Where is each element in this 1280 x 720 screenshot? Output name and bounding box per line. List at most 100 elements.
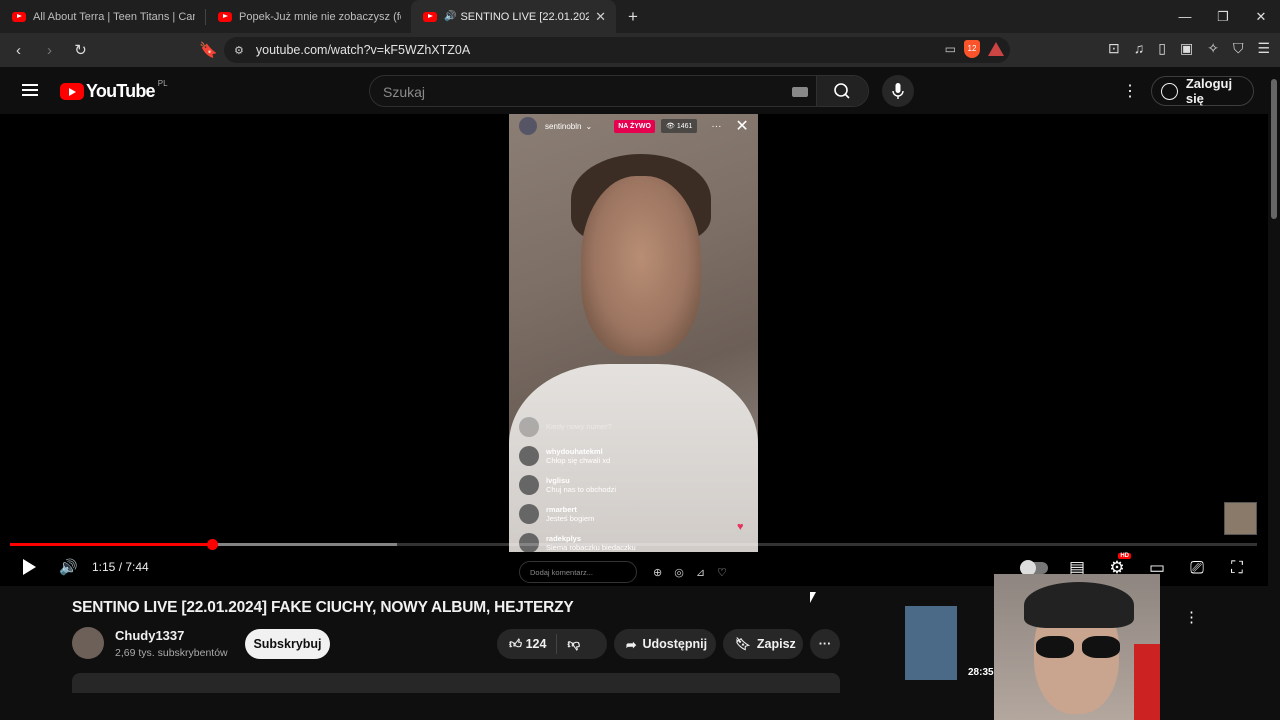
share-button[interactable]: ➦ Udostępnij — [614, 629, 716, 659]
youtube-play-icon — [60, 83, 84, 100]
tab-label: Popek-Już mnie nie zobaczysz (feat. S — [239, 10, 401, 23]
search-box[interactable]: Szukaj — [369, 75, 869, 107]
restore-icon[interactable]: ❐ — [1204, 0, 1242, 33]
close-tab-icon[interactable]: ✕ — [595, 9, 606, 25]
window-controls: — ❐ ✕ — [1166, 0, 1280, 33]
played-bar — [10, 543, 212, 546]
comment-user: lvglisu — [546, 475, 570, 485]
cast-page-icon[interactable]: ▭ — [945, 42, 956, 56]
reload-icon[interactable]: ↻ — [68, 41, 93, 59]
search-input[interactable]: Szukaj — [383, 84, 425, 100]
cast-icon[interactable]: ⎚ — [1186, 557, 1208, 579]
voice-search-button[interactable] — [882, 75, 914, 107]
menu-icon[interactable]: ☰ — [1257, 40, 1270, 57]
save-button[interactable]: 🔖︎ Zapisz — [723, 629, 803, 659]
volume-icon[interactable]: 🔊 — [59, 558, 78, 576]
youtube-header: YouTube PL Szukaj ⋮ Zaloguj się — [0, 67, 1268, 114]
description-box[interactable] — [72, 673, 840, 693]
keyboard-icon[interactable] — [792, 87, 808, 97]
story-username: sentinobln — [545, 121, 582, 131]
guide-menu-icon[interactable] — [22, 84, 38, 96]
microphone-icon — [892, 83, 904, 99]
progress-bar[interactable] — [10, 539, 1257, 550]
browser-tab-bar: All About Terra | Teen Titans | Cartoon … — [0, 0, 1280, 33]
tab-label: All About Terra | Teen Titans | Cartoon — [33, 10, 195, 23]
video-frame-face — [581, 176, 701, 356]
minimize-icon[interactable]: — — [1166, 0, 1204, 33]
webcam-overlay — [994, 574, 1160, 720]
tab-sentino-live[interactable]: 🔊 SENTINO LIVE [22.01.2024] FA ✕ — [411, 0, 616, 33]
browser-toolbar: ‹ › ↻ 🔖 ⚙ youtube.com/watch?v=kF5WZhXTZ0… — [0, 33, 1280, 67]
media-icon[interactable]: ♫ — [1134, 40, 1145, 57]
play-icon[interactable] — [23, 559, 36, 575]
comment-text: Chuj nas to obchodzi — [546, 484, 617, 494]
back-icon[interactable]: ‹ — [6, 42, 31, 59]
story-avatar — [519, 117, 537, 135]
sidebar-icon[interactable]: ▯ — [1158, 40, 1166, 57]
youtube-favicon-icon — [218, 11, 232, 22]
new-tab-button[interactable]: + — [628, 7, 638, 27]
like-dislike-group: 👍︎ 124 👎︎ — [497, 629, 607, 659]
fullscreen-icon[interactable]: ⛶ — [1226, 557, 1248, 579]
thumbs-up-icon: 👍︎ — [509, 636, 523, 651]
recommended-thumbnail[interactable] — [905, 606, 957, 680]
url-text: youtube.com/watch?v=kF5WZhXTZ0A — [255, 43, 471, 57]
scrollbar-thumb[interactable] — [1271, 79, 1277, 219]
youtube-favicon-icon — [423, 11, 437, 22]
channel-watermark[interactable] — [1224, 502, 1257, 535]
share-label: Udostępnij — [642, 637, 708, 651]
youtube-logo[interactable]: YouTube PL — [60, 79, 168, 102]
commenter-avatar — [519, 445, 539, 466]
tab-all-about-terra[interactable]: All About Terra | Teen Titans | Cartoon — [0, 0, 205, 33]
leo-ai-icon[interactable]: ✧ — [1207, 40, 1219, 57]
live-badge: NA ŻYWO — [614, 119, 655, 133]
scrubber-handle[interactable] — [206, 539, 218, 550]
commenter-avatar — [519, 503, 539, 524]
comment-text: Jesteś bogiem — [546, 513, 595, 523]
mouse-cursor — [810, 592, 816, 603]
channel-avatar[interactable] — [72, 627, 104, 659]
tab-popek[interactable]: Popek-Już mnie nie zobaczysz (feat. S — [206, 0, 411, 33]
close-window-icon[interactable]: ✕ — [1242, 0, 1280, 33]
close-icon: ✕ — [735, 118, 749, 135]
tab-label: SENTINO LIVE [22.01.2024] FA — [460, 10, 590, 23]
search-icon — [834, 83, 850, 99]
list-item: Kiedy nowy numer? — [519, 412, 739, 441]
address-bar[interactable]: ⚙ youtube.com/watch?v=kF5WZhXTZ0A ▭ 12 — [224, 37, 1010, 63]
page-scrollbar[interactable] — [1268, 67, 1280, 680]
instagram-live-frame: sentinobln ⌄ NA ŻYWO 👁 1461 ··· ✕ Kiedy … — [509, 114, 758, 552]
brave-rewards-icon[interactable] — [988, 42, 1004, 56]
sign-in-button[interactable]: Zaloguj się — [1151, 76, 1254, 106]
wallet-icon[interactable]: ▣ — [1180, 40, 1193, 57]
video-player[interactable]: sentinobln ⌄ NA ŻYWO 👁 1461 ··· ✕ Kiedy … — [0, 114, 1268, 586]
site-settings-icon[interactable]: ⚙ — [234, 44, 244, 57]
subscribe-button[interactable]: Subskrybuj — [245, 629, 330, 659]
forward-icon[interactable]: › — [37, 42, 62, 59]
autoplay-toggle[interactable] — [1020, 560, 1048, 576]
speaker-icon[interactable]: 🔊 — [444, 11, 456, 22]
settings-kebab-icon[interactable]: ⋮ — [1122, 81, 1138, 101]
recommended-video[interactable]: 28:35 — [861, 606, 994, 684]
comment-user: radekplys — [546, 533, 582, 543]
more-actions-button[interactable]: ··· — [810, 629, 840, 659]
bookmark-icon[interactable]: 🔖 — [196, 41, 221, 59]
webcam-chair — [1134, 644, 1160, 720]
vpn-icon[interactable]: ⛉ — [1233, 40, 1244, 57]
recommendation-kebab-icon[interactable]: ⋮ — [1184, 608, 1199, 626]
search-button[interactable] — [816, 76, 868, 106]
commenter-avatar — [519, 474, 539, 495]
like-button[interactable]: 👍︎ 124 — [509, 637, 546, 652]
comment-text: Kiedy nowy numer? — [546, 422, 612, 431]
comment-user: whydouhatekml — [546, 446, 603, 456]
list-item: rmarbert Jesteś bogiem — [519, 499, 739, 528]
dislike-button[interactable]: 👎︎ — [567, 637, 580, 652]
more-dots-icon: ··· — [818, 637, 832, 651]
list-item: radekplys Siema robaczku biedaczku — [519, 528, 739, 552]
brave-shields-icon[interactable]: 12 — [964, 40, 980, 58]
logo-text: YouTube — [86, 81, 156, 101]
channel-name[interactable]: Chudy1337 — [115, 628, 184, 643]
comment-user: rmarbert — [546, 504, 577, 514]
save-label: Zapisz — [756, 637, 796, 651]
omnibox-actions: ▭ 12 — [945, 40, 1004, 58]
screenshot-icon[interactable]: ⊡ — [1108, 40, 1120, 57]
